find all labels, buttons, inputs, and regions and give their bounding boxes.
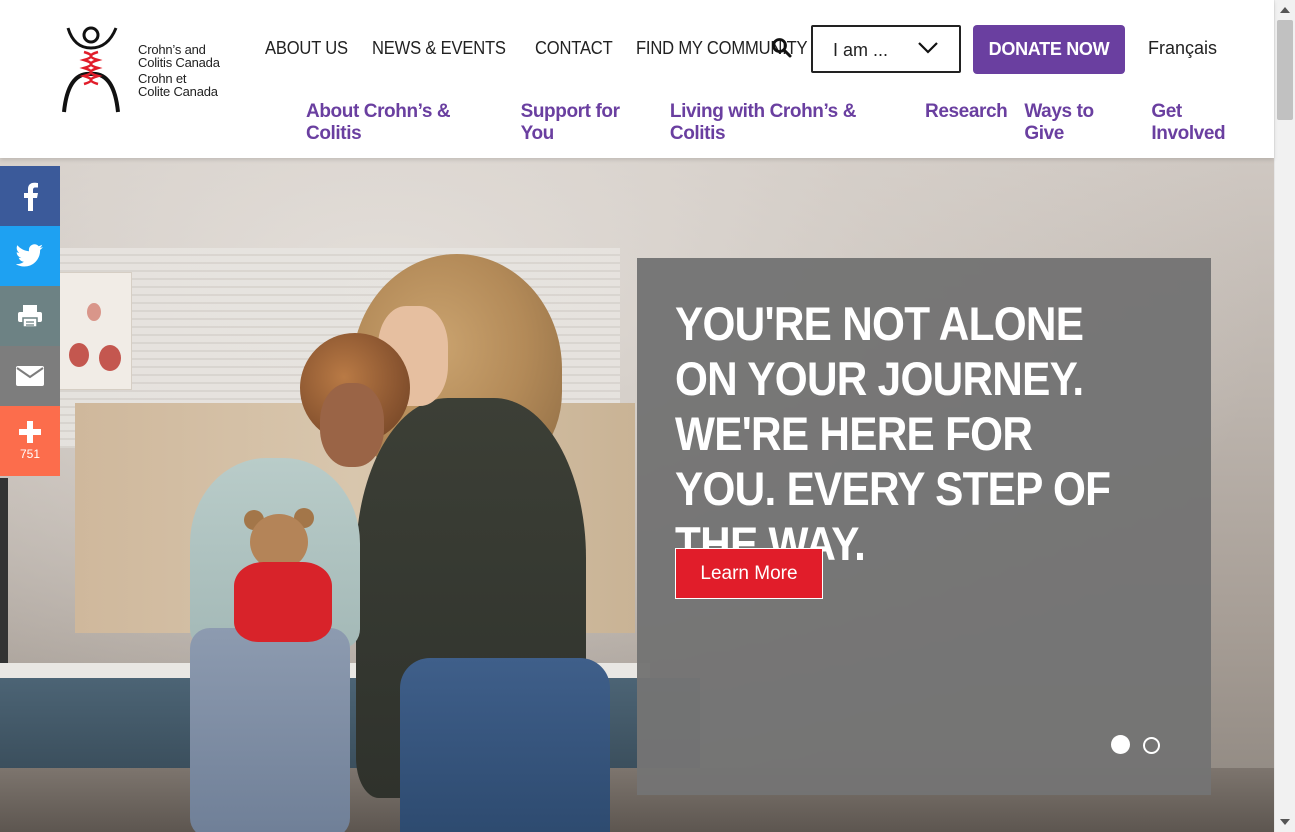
main-nav-about-crohns-colitis[interactable]: About Crohn’s & Colitis <box>306 101 504 145</box>
i-am-select[interactable]: I am ... <box>811 25 961 73</box>
logo-line: Colite Canada <box>138 84 218 99</box>
print-icon <box>18 305 42 328</box>
main-nav: About Crohn’s & Colitis Support for You … <box>306 101 1274 145</box>
hero-photo-girl-legs <box>190 628 350 832</box>
hero-slide-title: YOU'RE NOT ALONE ON YOUR JOURNEY. WE'RE … <box>675 297 1111 570</box>
scroll-down-arrow-icon[interactable] <box>1280 819 1290 825</box>
main-nav-get-involved[interactable]: Get Involved <box>1151 101 1257 145</box>
logo-figure-icon <box>62 26 120 113</box>
hero-photo-stand <box>0 478 8 678</box>
hero-photo-woman-jeans <box>400 658 610 832</box>
search-icon[interactable] <box>771 37 793 59</box>
page-scrollbar[interactable] <box>1274 0 1295 832</box>
logo-text: Crohn’s and Colitis Canada Crohn et Coli… <box>138 43 220 98</box>
share-twitter-button[interactable] <box>0 226 60 286</box>
share-facebook-button[interactable] <box>0 166 60 226</box>
util-nav-news-events[interactable]: NEWS & EVENTS <box>372 38 506 59</box>
plus-icon <box>19 421 41 443</box>
carousel-dot[interactable] <box>1143 737 1160 754</box>
social-share-bar: 751 <box>0 166 60 476</box>
donate-now-button[interactable]: DONATE NOW <box>973 25 1125 74</box>
email-icon <box>16 366 44 386</box>
utility-nav: ABOUT US NEWS & EVENTS CONTACT FIND MY C… <box>265 38 839 59</box>
language-toggle-link[interactable]: Français <box>1148 38 1217 59</box>
main-nav-support-for-you[interactable]: Support for You <box>521 101 653 145</box>
scroll-up-arrow-icon[interactable] <box>1280 7 1290 13</box>
hero-slide-panel: YOU'RE NOT ALONE ON YOUR JOURNEY. WE'RE … <box>637 258 1211 795</box>
twitter-icon <box>16 244 43 267</box>
hero-photo-anatomy-poster <box>58 272 132 390</box>
util-nav-contact[interactable]: CONTACT <box>535 38 613 59</box>
hero-carousel: YOU'RE NOT ALONE ON YOUR JOURNEY. WE'RE … <box>0 158 1274 832</box>
facebook-icon <box>24 182 38 211</box>
i-am-select-value: I am ... <box>833 40 889 60</box>
main-nav-ways-to-give[interactable]: Ways to Give <box>1024 101 1134 145</box>
hero-photo-girl-face <box>320 383 384 467</box>
learn-more-button[interactable]: Learn More <box>675 548 823 599</box>
chevron-down-icon <box>918 42 938 54</box>
carousel-dot-active[interactable] <box>1111 735 1130 754</box>
hero-photo-bear-shirt <box>234 562 332 642</box>
site-logo[interactable]: Crohn’s and Colitis Canada Crohn et Coli… <box>60 22 230 118</box>
main-nav-research[interactable]: Research <box>925 101 1008 145</box>
share-email-button[interactable] <box>0 346 60 406</box>
share-print-button[interactable] <box>0 286 60 346</box>
share-count: 751 <box>19 447 41 461</box>
main-nav-living-with-crohns-colitis[interactable]: Living with Crohn’s & Colitis <box>670 101 908 145</box>
scrollbar-thumb[interactable] <box>1277 20 1293 120</box>
logo-line: Colitis Canada <box>138 55 220 70</box>
util-nav-about-us[interactable]: ABOUT US <box>265 38 348 59</box>
share-more-button[interactable]: 751 <box>0 406 60 476</box>
site-header: Crohn’s and Colitis Canada Crohn et Coli… <box>0 0 1274 158</box>
